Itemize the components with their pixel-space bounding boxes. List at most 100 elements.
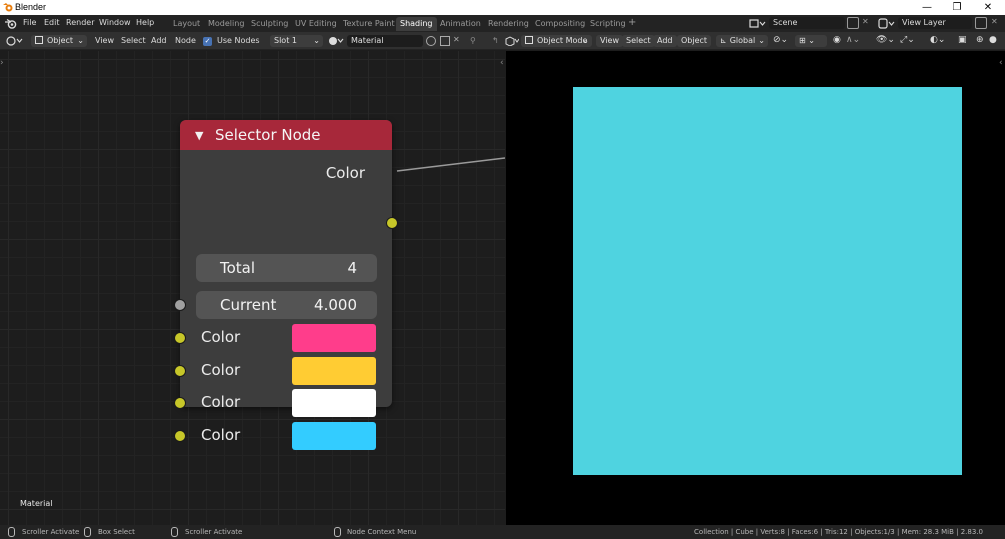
current-input-socket[interactable]	[174, 299, 186, 311]
collapse-triangle-icon[interactable]: ▼	[195, 129, 203, 142]
material-browse-icon[interactable]	[328, 36, 345, 46]
minimize-button[interactable]: —	[912, 0, 942, 15]
pin-icon[interactable]: ⚲	[470, 36, 476, 45]
view-layer-name-field[interactable]: View Layer	[898, 17, 972, 29]
add-workspace-button[interactable]: +	[628, 17, 636, 28]
hint-box-select: Box Select	[98, 528, 135, 536]
new-view-layer-icon[interactable]	[975, 17, 987, 29]
selector-node[interactable]: ▼ Selector Node Color Total 4 Current 4.…	[174, 120, 398, 450]
orientation-label: Global	[729, 36, 756, 45]
menu-window[interactable]: Window	[99, 18, 131, 27]
editor-header: Object ⌄ View Select Add Node ✓ Use Nodes…	[0, 32, 1005, 50]
menu-help[interactable]: Help	[136, 18, 154, 27]
node-menu-node[interactable]: Node	[175, 36, 196, 45]
viewport-3d[interactable]: ‹	[506, 51, 1005, 525]
color-swatch-3[interactable]	[292, 389, 376, 417]
transform-orientation-dropdown[interactable]: ⊾ Global ⌄	[716, 35, 768, 47]
duplicate-material-icon[interactable]	[440, 36, 450, 46]
color-input-label-4: Color	[201, 426, 241, 444]
tab-uv-editing[interactable]: UV Editing	[295, 19, 337, 28]
tab-shading[interactable]: Shading	[396, 17, 437, 31]
close-button[interactable]: ✕	[973, 0, 1003, 15]
total-field[interactable]: Total 4	[196, 254, 377, 282]
node-title: Selector Node	[215, 126, 321, 144]
wireframe-shading-icon[interactable]: ⊕	[976, 35, 984, 45]
new-scene-icon[interactable]	[847, 17, 859, 29]
orientation-axes-icon: ⊾	[720, 36, 727, 45]
color-input-socket-1[interactable]	[174, 332, 186, 344]
sidebar-expand-icon[interactable]: ‹	[500, 58, 504, 68]
view-layer-selector-icon[interactable]	[878, 18, 896, 29]
object-type-dropdown[interactable]: Object ⌄	[31, 35, 87, 47]
viewport-sidebar-expand-icon[interactable]: ‹	[999, 58, 1003, 68]
tab-sculpting[interactable]: Sculpting	[251, 19, 288, 28]
color-input-socket-2[interactable]	[174, 365, 186, 377]
tab-compositing[interactable]: Compositing	[535, 19, 585, 28]
pivot-point-icon[interactable]: ⊘⌄	[773, 35, 788, 45]
color-input-socket-3[interactable]	[174, 397, 186, 409]
viewport-menu-add[interactable]: Add	[653, 35, 677, 47]
color-input-socket-4[interactable]	[174, 430, 186, 442]
viewport-menu-object[interactable]: Object	[677, 35, 712, 47]
object-cube-icon	[35, 36, 43, 44]
hint-node-context-menu: Node Context Menu	[347, 528, 417, 536]
cyan-plane-object[interactable]	[573, 87, 962, 475]
mouse-right-icon	[171, 527, 178, 537]
fake-user-shield-icon[interactable]	[426, 36, 436, 46]
visibility-icon[interactable]: 👁⌄	[876, 35, 895, 45]
menu-render[interactable]: Render	[66, 18, 94, 27]
viewport-menu-view[interactable]: View	[596, 35, 623, 47]
menu-file[interactable]: File	[23, 18, 36, 27]
unlink-material-icon[interactable]: ✕	[453, 35, 460, 44]
xray-toggle-icon[interactable]: ▣	[958, 35, 967, 45]
object-mode-icon	[525, 36, 533, 44]
color-swatch-2[interactable]	[292, 357, 376, 385]
object-mode-dropdown[interactable]: Object Mode ⌄	[521, 35, 592, 47]
chevron-down-icon: ⌄	[313, 36, 320, 45]
proportional-editing-icon[interactable]: ◉	[833, 35, 841, 45]
tab-texture-paint[interactable]: Texture Paint	[343, 19, 395, 28]
current-value: 4.000	[314, 296, 357, 314]
slot-dropdown[interactable]: Slot 1 ⌄	[270, 35, 323, 47]
window-title: Blender	[15, 2, 47, 12]
top-menu-bar: File Edit Render Window Help Layout Mode…	[0, 15, 1005, 32]
status-bar: Scroller Activate Box Select Scroller Ac…	[0, 525, 1005, 539]
current-field[interactable]: Current 4.000	[196, 291, 377, 319]
scene-selector-icon[interactable]	[749, 18, 767, 29]
use-nodes-checkbox[interactable]: ✓	[203, 37, 212, 46]
output-color-socket[interactable]	[386, 217, 398, 229]
node-editor[interactable]: › ‹ ▼ Selector Node Color Total 4 Curren…	[0, 51, 505, 525]
parent-node-tree-icon[interactable]: ↰	[492, 36, 499, 45]
tab-rendering[interactable]: Rendering	[488, 19, 529, 28]
color-swatch-1[interactable]	[292, 324, 376, 352]
node-menu-add[interactable]: Add	[151, 36, 167, 45]
tab-animation[interactable]: Animation	[440, 19, 481, 28]
chevron-down-icon: ⌄	[582, 36, 589, 45]
tab-modeling[interactable]: Modeling	[208, 19, 244, 28]
viewport-menu-select[interactable]: Select	[622, 35, 655, 47]
node-header[interactable]: ▼ Selector Node	[180, 120, 392, 150]
toolbar-expand-icon[interactable]: ›	[0, 58, 4, 68]
delete-scene-icon[interactable]: ✕	[862, 17, 869, 26]
blender-menu-icon[interactable]	[5, 18, 17, 29]
solid-shading-icon[interactable]: ●	[989, 35, 997, 45]
maximize-button[interactable]: ❐	[942, 0, 972, 15]
color-input-label-2: Color	[201, 361, 241, 379]
snapping-toggle-icon[interactable]: ⊞ ⌄	[795, 35, 827, 47]
menu-edit[interactable]: Edit	[44, 18, 60, 27]
total-value: 4	[347, 259, 357, 277]
gizmo-toggle-icon[interactable]: ⤢⌄	[900, 35, 915, 45]
node-menu-select[interactable]: Select	[121, 36, 146, 45]
viewport-editor-type-icon[interactable]	[505, 36, 519, 46]
scene-name-field[interactable]: Scene	[769, 17, 845, 29]
proportional-falloff-icon[interactable]: ∧⌄	[846, 35, 860, 45]
material-name-field[interactable]: Material	[347, 35, 423, 47]
color-swatch-4[interactable]	[292, 422, 376, 450]
tab-layout[interactable]: Layout	[173, 19, 200, 28]
node-menu-view[interactable]: View	[95, 36, 114, 45]
tab-scripting[interactable]: Scripting	[590, 19, 626, 28]
delete-view-layer-icon[interactable]: ✕	[991, 17, 998, 26]
editor-type-icon[interactable]	[6, 36, 24, 46]
blender-logo-icon	[3, 3, 13, 12]
overlays-toggle-icon[interactable]: ◐⌄	[930, 35, 945, 45]
